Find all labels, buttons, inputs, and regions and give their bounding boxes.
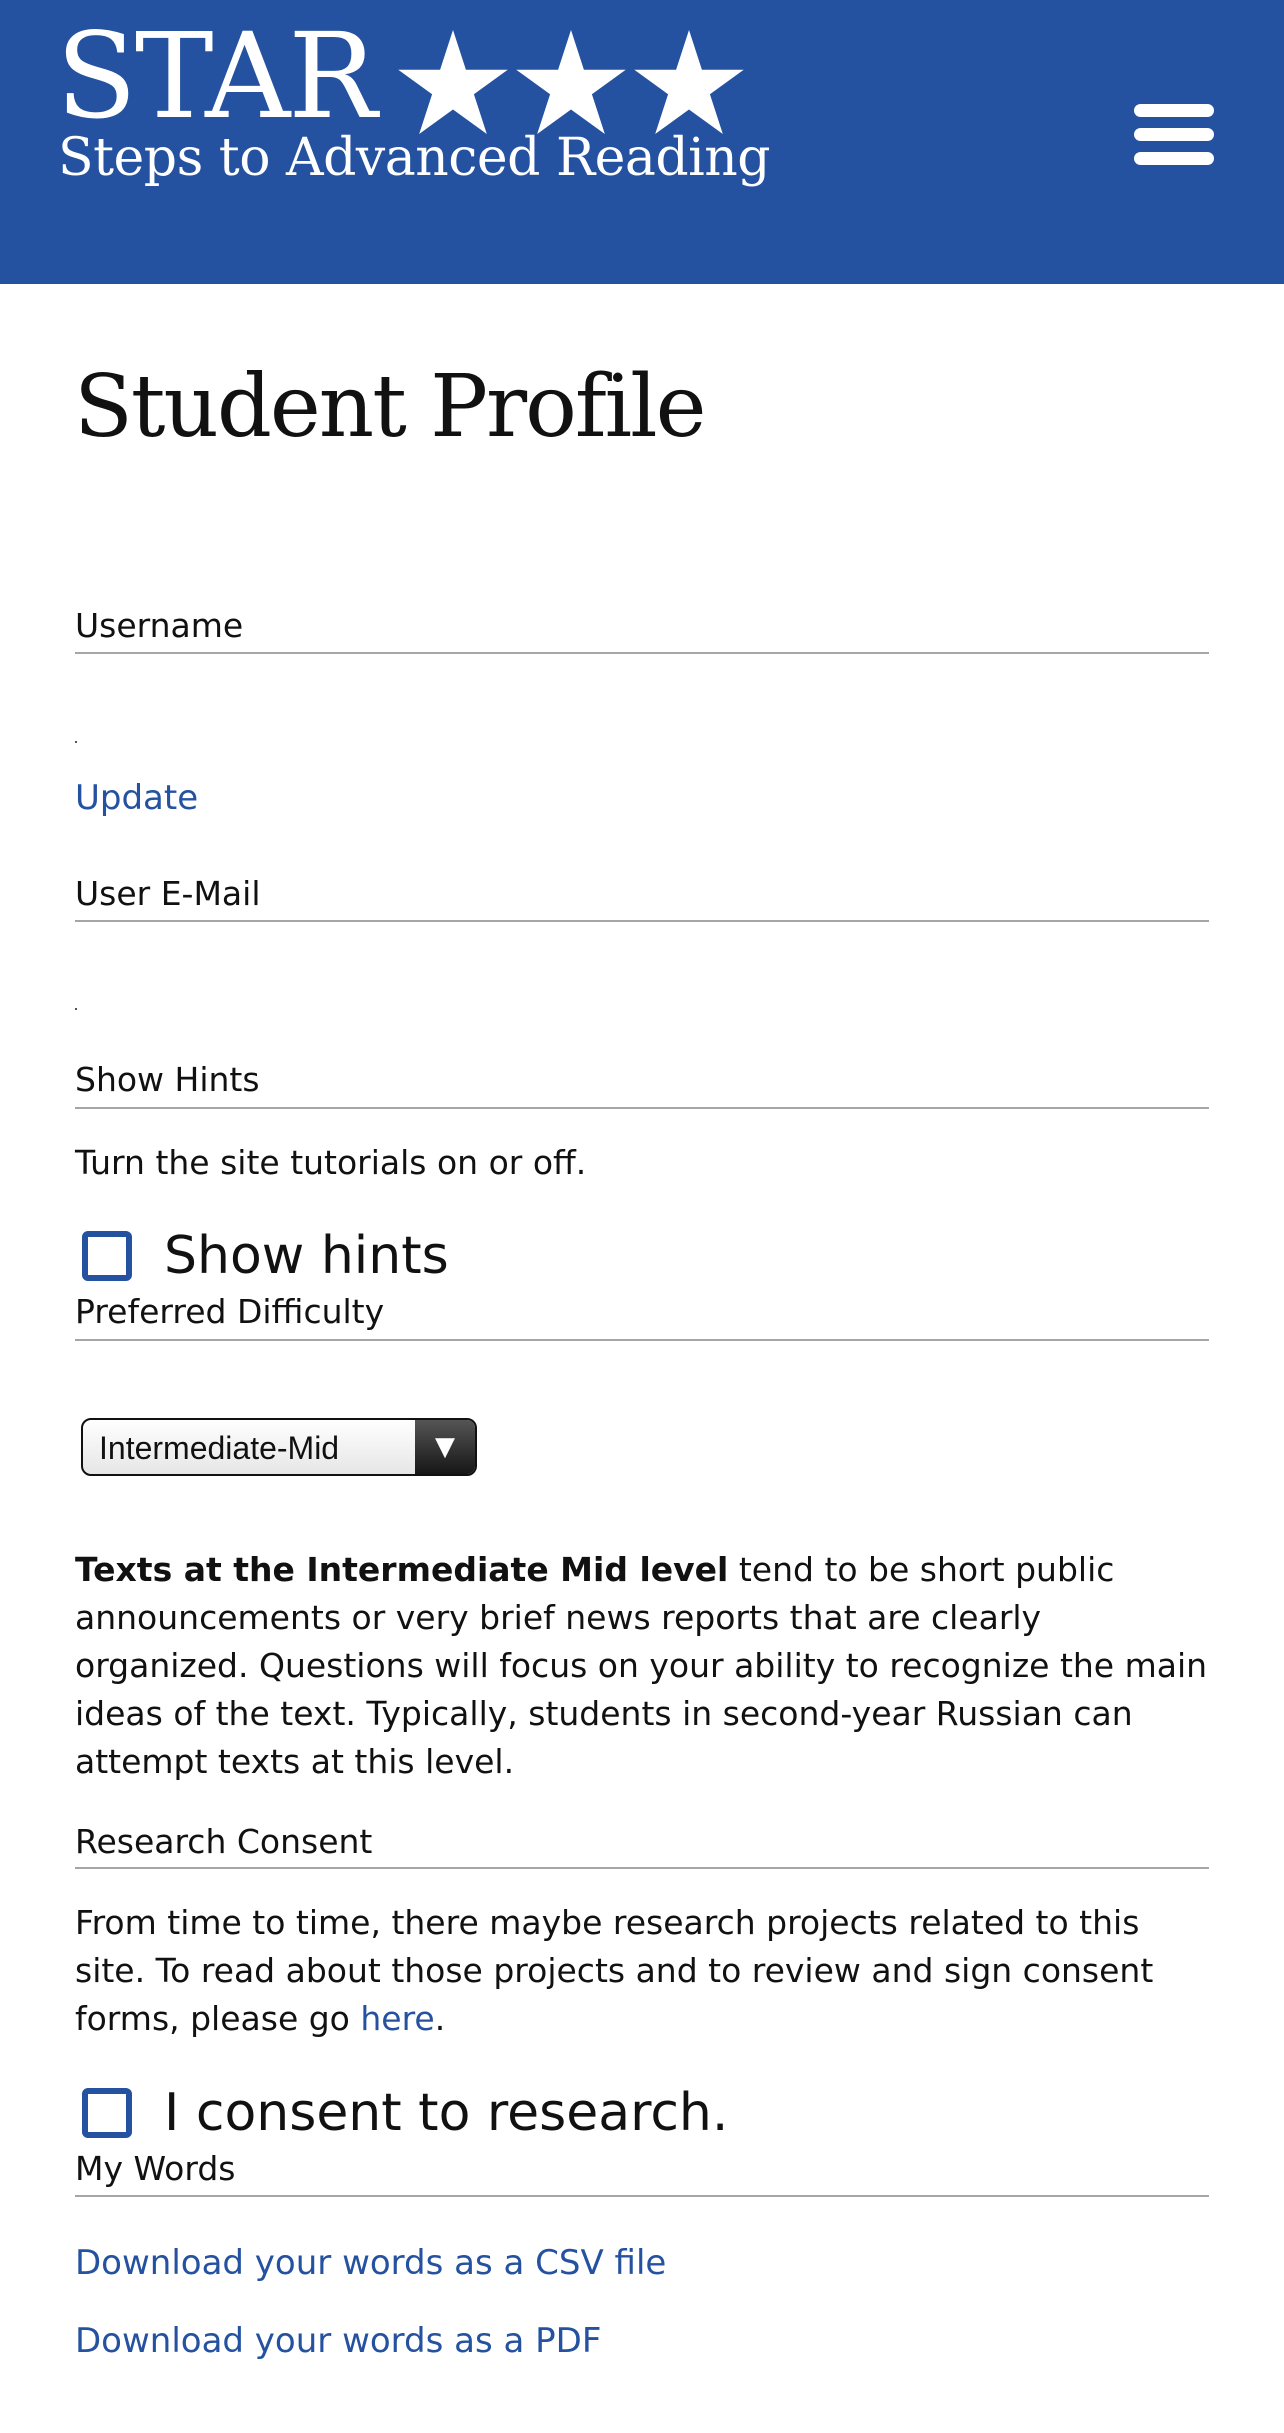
site-header: STAR Steps to Advanced Reading	[0, 0, 1284, 284]
research-description-text: From time to time, there maybe research …	[75, 1903, 1154, 2038]
logo-stars	[397, 30, 745, 134]
hints-label: Show Hints	[75, 1060, 260, 1099]
email-value	[75, 1008, 77, 1010]
update-username-link[interactable]: Update	[75, 778, 198, 818]
hamburger-menu-icon[interactable]	[1130, 100, 1218, 168]
email-divider	[75, 920, 1209, 922]
research-description: From time to time, there maybe research …	[75, 1899, 1215, 2043]
logo-title[interactable]: STAR	[56, 6, 377, 148]
difficulty-selected-value: Intermediate-Mid	[99, 1430, 340, 1466]
dropdown-arrow-icon[interactable]: ▼	[415, 1420, 475, 1474]
hints-description: Turn the site tutorials on or off.	[75, 1143, 587, 1182]
email-label: User E-Mail	[75, 874, 261, 913]
username-value	[75, 741, 77, 743]
research-description-end: .	[434, 1999, 446, 2038]
research-consent-checkbox-row[interactable]: I consent to research.	[82, 2083, 728, 2143]
star-icon	[516, 30, 626, 134]
research-divider	[75, 1867, 1209, 1869]
username-label: Username	[75, 606, 244, 645]
show-hints-checkbox-row[interactable]: Show hints	[82, 1226, 449, 1286]
show-hints-label[interactable]: Show hints	[164, 1226, 449, 1286]
research-label: Research Consent	[75, 1822, 373, 1861]
difficulty-label: Preferred Difficulty	[75, 1292, 385, 1331]
star-icon	[634, 30, 744, 134]
menu-bar	[1134, 152, 1214, 165]
research-here-link[interactable]: here	[360, 1999, 434, 2038]
difficulty-description: Texts at the Intermediate Mid level tend…	[75, 1546, 1215, 1786]
download-pdf-link[interactable]: Download your words as a PDF	[75, 2321, 601, 2361]
show-hints-checkbox[interactable]	[82, 1231, 132, 1281]
username-divider	[75, 652, 1209, 654]
hints-divider	[75, 1107, 1209, 1109]
menu-bar	[1134, 128, 1214, 141]
research-consent-checkbox[interactable]	[82, 2088, 132, 2138]
difficulty-select[interactable]: Intermediate-Mid ▼	[81, 1418, 477, 1476]
my-words-divider	[75, 2195, 1209, 2197]
download-csv-link[interactable]: Download your words as a CSV file	[75, 2243, 666, 2283]
difficulty-description-bold: Texts at the Intermediate Mid level	[75, 1550, 729, 1589]
research-consent-label[interactable]: I consent to research.	[164, 2083, 728, 2143]
difficulty-divider	[75, 1339, 1209, 1341]
my-words-label: My Words	[75, 2149, 236, 2188]
menu-bar	[1134, 104, 1214, 117]
page-title: Student Profile	[74, 357, 707, 457]
logo-subtitle: Steps to Advanced Reading	[58, 128, 771, 188]
star-icon	[398, 30, 508, 134]
